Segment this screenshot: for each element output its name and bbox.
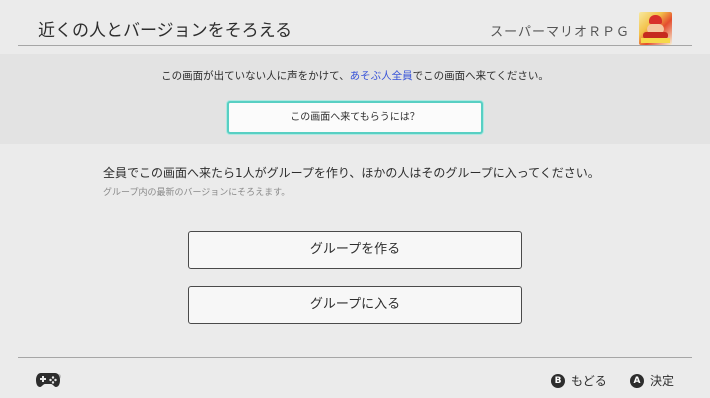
instruction-link: あそぶ人全員 [349,70,413,82]
controller-icon [36,364,62,392]
footer-divider [18,357,692,358]
game-name: スーパーマリオＲＰＧ [490,25,630,40]
instruction-text: この画面が出ていない人に声をかけて、あそぶ人全員でこの画面へ来てください。 [0,68,710,83]
a-button-icon: A [630,373,644,388]
ok-label: 決定 [650,374,675,388]
game-icon [639,12,672,45]
main-instruction: 全員でこの画面へ来たら1人がグループを作り、ほかの人はそのグループに入ってくださ… [103,166,600,180]
howto-button[interactable]: この画面へ来てもらうには？ [227,101,483,134]
join-group-button[interactable]: グループに入る [188,286,522,324]
instruction-after: でこの画面へ来てください。 [412,70,549,82]
gamepad-icon [36,373,60,387]
back-label: もどる [571,374,607,388]
ok-hint[interactable]: A 決定 [630,372,674,389]
sub-instruction: グループ内の最新のバージョンにそろえます。 [103,188,291,198]
create-group-button[interactable]: グループを作る [188,231,522,269]
instruction-before: この画面が出ていない人に声をかけて、 [161,70,350,82]
header-divider [18,45,692,46]
back-hint[interactable]: B もどる [551,372,607,389]
b-button-icon: B [551,373,565,388]
page-title: 近くの人とバージョンをそろえる [38,21,293,41]
